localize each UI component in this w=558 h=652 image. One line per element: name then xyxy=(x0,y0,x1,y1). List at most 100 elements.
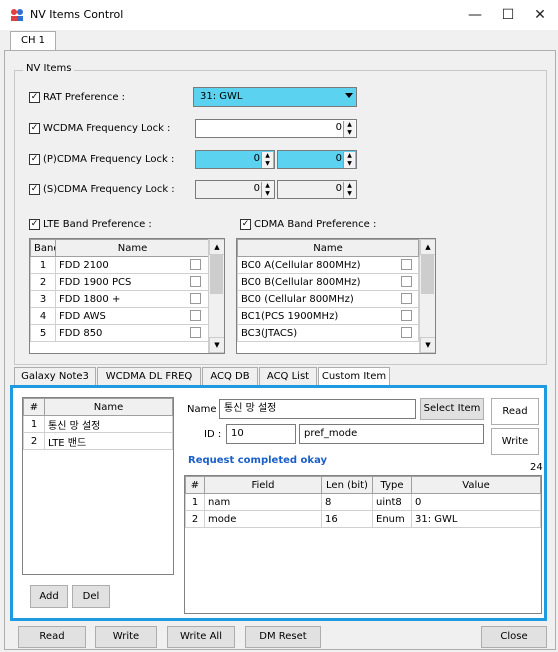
pcdma-freq-spinner-2[interactable]: 0 ▲ ▼ xyxy=(277,150,357,169)
scroll-up-icon[interactable]: ▲ xyxy=(209,239,224,255)
table-row[interactable]: BC0 A(Cellular 800MHz) xyxy=(237,256,419,274)
band-cell: 1 xyxy=(30,256,56,274)
name-cell: BC0 B(Cellular 800MHz) xyxy=(237,273,419,291)
row-checkbox[interactable] xyxy=(401,310,412,321)
lte-table-scrollbar[interactable]: ▲ ▼ xyxy=(208,239,224,353)
tab-custom-item[interactable]: Custom Item xyxy=(318,367,390,387)
value-cell[interactable]: 31: GWL xyxy=(411,510,541,528)
row-checkbox[interactable] xyxy=(190,259,201,270)
table-row[interactable]: 2 LTE 밴드 xyxy=(23,432,173,450)
cdma-table-scrollbar[interactable]: ▲ ▼ xyxy=(419,239,435,353)
lte-band-checkbox[interactable]: ✓ xyxy=(29,219,40,230)
close-button[interactable]: Close xyxy=(481,626,547,648)
pcdma-checkbox[interactable]: ✓ xyxy=(29,154,40,165)
maximize-button[interactable]: ☐ xyxy=(493,4,523,26)
row-checkbox[interactable] xyxy=(190,310,201,321)
column-header: Name xyxy=(44,398,173,416)
field-table[interactable]: # Field Len (bit) Type Value 1 nam 8 uin… xyxy=(184,475,542,614)
table-row[interactable]: 1 nam 8 uint8 0 xyxy=(185,493,541,511)
scdma-value-2: 0 xyxy=(335,183,342,194)
cdma-band-checkbox[interactable]: ✓ xyxy=(240,219,251,230)
spin-arrows-icon[interactable]: ▲ ▼ xyxy=(343,182,355,198)
write-item-button[interactable]: Write xyxy=(491,428,539,455)
scdma-checkbox[interactable]: ✓ xyxy=(29,184,40,195)
row-checkbox[interactable] xyxy=(190,293,201,304)
column-header: Len (bit) xyxy=(321,476,373,494)
table-row[interactable]: 2 FDD 1900 PCS xyxy=(30,273,210,291)
spin-arrows-icon[interactable]: ▲ ▼ xyxy=(261,182,273,198)
name-cell: BC1(PCS 1900MHz) xyxy=(237,307,419,325)
tab-ch1[interactable]: CH 1 xyxy=(10,31,56,51)
table-row[interactable]: 1 FDD 2100 xyxy=(30,256,210,274)
nv-items-legend: NV Items xyxy=(23,63,75,74)
tab-acq-db[interactable]: ACQ DB xyxy=(202,367,258,387)
scdma-freq-spinner-2[interactable]: 0 ▲ ▼ xyxy=(277,180,357,199)
read-item-button[interactable]: Read xyxy=(491,398,539,425)
read-button[interactable]: Read xyxy=(18,626,86,648)
wcdma-value: 0 xyxy=(335,122,342,133)
scroll-down-icon[interactable]: ▼ xyxy=(209,337,224,353)
pcdma-freq-spinner-1[interactable]: 0 ▲ ▼ xyxy=(195,150,275,169)
id-name-field[interactable]: pref_mode xyxy=(299,424,484,444)
rat-checkbox[interactable]: ✓ xyxy=(29,92,40,103)
row-checkbox[interactable] xyxy=(401,259,412,270)
scroll-down-icon[interactable]: ▼ xyxy=(420,337,435,353)
row-checkbox[interactable] xyxy=(401,293,412,304)
name-field[interactable]: 통신 망 설정 xyxy=(219,399,416,419)
row-checkbox[interactable] xyxy=(190,276,201,287)
value-cell[interactable]: 0 xyxy=(411,493,541,511)
name-cell: BC3(JTACS) xyxy=(237,324,419,342)
field-cell: nam xyxy=(204,493,322,511)
scroll-thumb[interactable] xyxy=(421,254,434,294)
band-cell: 4 xyxy=(30,307,56,325)
rat-preference-select[interactable]: 31: GWL xyxy=(193,87,357,107)
scdma-value-1: 0 xyxy=(253,183,260,194)
len-cell: 8 xyxy=(321,493,373,511)
custom-item-list[interactable]: # Name 1 통신 망 설정 2 LTE 밴드 xyxy=(22,397,174,575)
table-header-row: # Name xyxy=(23,398,173,416)
len-cell: 16 xyxy=(321,510,373,528)
cdma-band-table[interactable]: Name BC0 A(Cellular 800MHz) BC0 B(Cellul… xyxy=(236,238,436,354)
spin-arrows-icon[interactable]: ▲ ▼ xyxy=(343,121,355,137)
minimize-button[interactable]: — xyxy=(460,4,490,26)
band-cell: 2 xyxy=(30,273,56,291)
lte-band-table[interactable]: Band Name 1FDD 2100 2FDD 1900 PCS 3FDD 1… xyxy=(29,238,225,354)
row-checkbox[interactable] xyxy=(401,276,412,287)
row-checkbox[interactable] xyxy=(401,327,412,338)
id-field[interactable]: 10 xyxy=(226,424,296,444)
table-row[interactable]: BC1(PCS 1900MHz) xyxy=(237,307,419,325)
spin-arrows-icon[interactable]: ▲ ▼ xyxy=(261,152,273,168)
wcdma-freq-spinner[interactable]: 0 ▲ ▼ xyxy=(195,119,357,138)
select-item-button[interactable]: Select Item xyxy=(420,398,484,420)
dm-reset-button[interactable]: DM Reset xyxy=(245,626,321,648)
table-row[interactable]: BC3(JTACS) xyxy=(237,324,419,342)
scroll-thumb[interactable] xyxy=(210,254,223,294)
tab-wcdma-dl-freq[interactable]: WCDMA DL FREQ xyxy=(97,367,201,387)
add-button[interactable]: Add xyxy=(30,585,68,608)
table-row[interactable]: BC0 (Cellular 800MHz) xyxy=(237,290,419,308)
scdma-freq-spinner-1[interactable]: 0 ▲ ▼ xyxy=(195,180,275,199)
table-row[interactable]: 1 통신 망 설정 xyxy=(23,415,173,433)
status-text: Request completed okay xyxy=(188,455,328,466)
row-checkbox[interactable] xyxy=(190,327,201,338)
table-row[interactable]: 3 FDD 1800 + xyxy=(30,290,210,308)
table-row[interactable]: 2 mode 16 Enum 31: GWL xyxy=(185,510,541,528)
table-row[interactable]: 4 FDD AWS xyxy=(30,307,210,325)
table-row[interactable]: 5 FDD 850 xyxy=(30,324,210,342)
tab-galaxy-note3[interactable]: Galaxy Note3 xyxy=(14,367,96,387)
scdma-label: (S)CDMA Frequency Lock : xyxy=(43,184,175,195)
del-button[interactable]: Del xyxy=(72,585,110,608)
title-bar: NV Items Control — ☐ ✕ xyxy=(0,0,558,30)
tab-acq-list[interactable]: ACQ List xyxy=(259,367,317,387)
wcdma-checkbox[interactable]: ✓ xyxy=(29,123,40,134)
write-button[interactable]: Write xyxy=(95,626,157,648)
spin-arrows-icon[interactable]: ▲ ▼ xyxy=(343,152,355,168)
num-cell: 2 xyxy=(185,510,205,528)
close-window-button[interactable]: ✕ xyxy=(525,4,555,26)
field-cell: mode xyxy=(204,510,322,528)
table-row[interactable]: BC0 B(Cellular 800MHz) xyxy=(237,273,419,291)
name-cell: FDD 2100 xyxy=(55,256,210,274)
num-cell: 2 xyxy=(23,432,45,450)
scroll-up-icon[interactable]: ▲ xyxy=(420,239,435,255)
write-all-button[interactable]: Write All xyxy=(167,626,235,648)
